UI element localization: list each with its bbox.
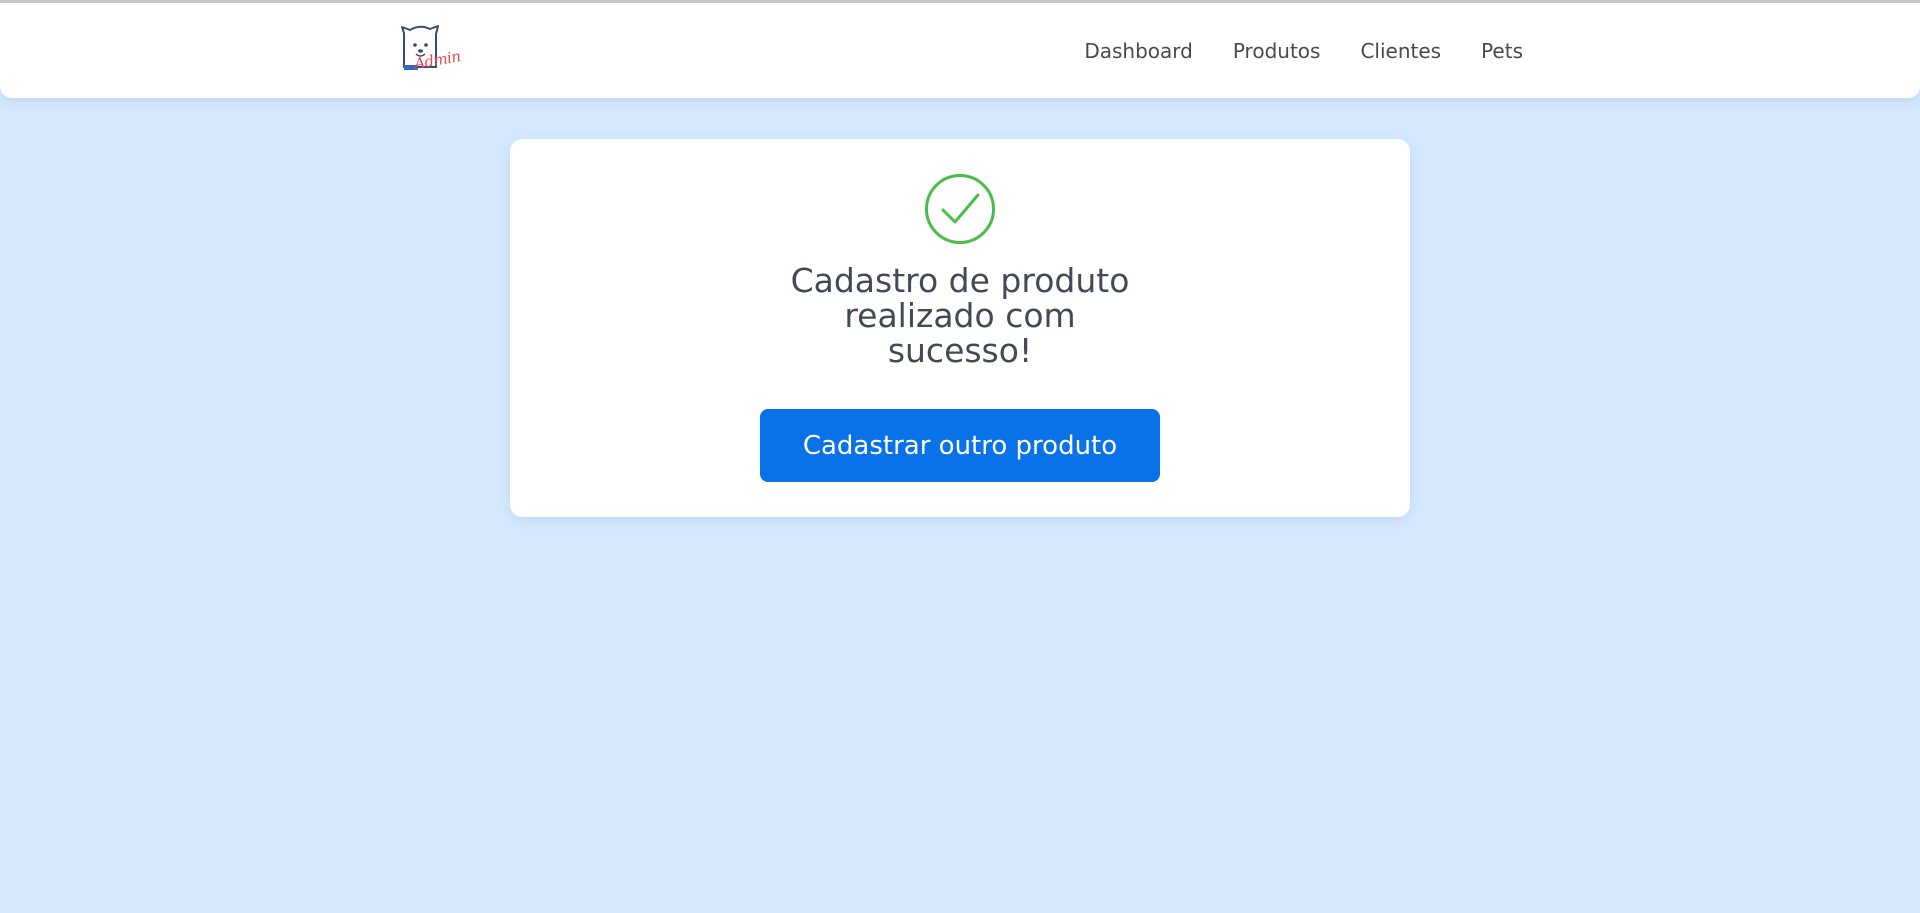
success-card: Cadastro de produto realizado com sucess… (510, 139, 1410, 517)
logo[interactable]: Admin (396, 23, 462, 81)
nav-link-produtos[interactable]: Produtos (1233, 39, 1321, 63)
success-message-line: realizado com (844, 296, 1076, 335)
nav-link-dashboard[interactable]: Dashboard (1084, 39, 1193, 63)
check-circle-icon (925, 174, 995, 244)
nav-link-pets[interactable]: Pets (1481, 39, 1523, 63)
success-message-line: Cadastro de produto (790, 261, 1130, 300)
register-another-product-button[interactable]: Cadastrar outro produto (760, 409, 1160, 482)
navbar: Admin Dashboard Produtos Clientes Pets (0, 3, 1920, 98)
success-message-line: sucesso! (887, 331, 1033, 370)
nav-link-clientes[interactable]: Clientes (1360, 39, 1441, 63)
success-message: Cadastro de produto realizado com sucess… (710, 263, 1210, 368)
main-nav: Dashboard Produtos Clientes Pets (1044, 3, 1523, 98)
